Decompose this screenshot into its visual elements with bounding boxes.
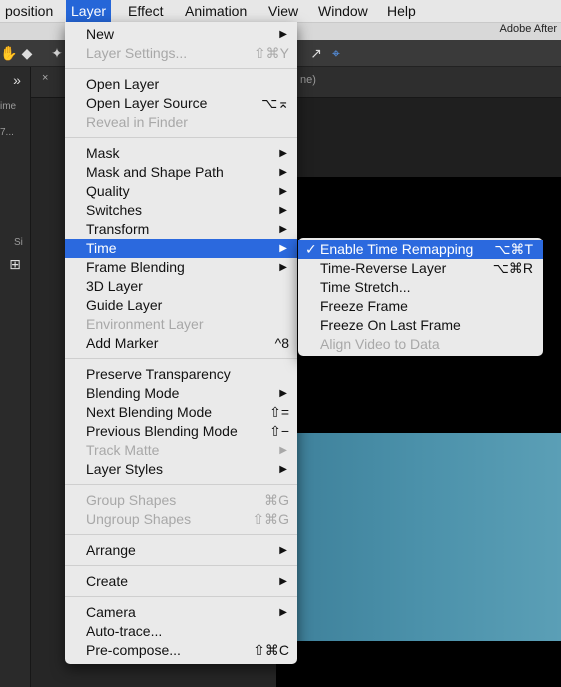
submenu-arrow-icon: ▶ [279, 576, 287, 587]
menu-bar: position Layer Effect Animation View Win… [0, 0, 561, 23]
submenu-arrow-icon: ▶ [279, 607, 287, 618]
submenu-arrow-icon: ▶ [279, 167, 287, 178]
menu-separator [65, 137, 297, 138]
submenu-arrow-icon: ▶ [279, 148, 287, 159]
layer-menu: New ▶ Layer Settings... ⇧⌘Y Open Layer Ope… [65, 22, 297, 664]
menu-item-pre-compose[interactable]: Pre-compose... ⇧⌘C [65, 641, 297, 660]
submenu-arrow-icon: ▶ [279, 186, 287, 197]
tab-close-icon[interactable]: × [42, 72, 48, 84]
menu-item-open-layer[interactable]: Open Layer [65, 75, 297, 94]
menu-separator [65, 484, 297, 485]
menu-separator [65, 68, 297, 69]
menubar-item-layer[interactable]: Layer [66, 0, 112, 22]
menu-item-add-marker[interactable]: Add Marker ^8 [65, 334, 297, 353]
menu-item-mask[interactable]: Mask ▶ [65, 144, 297, 163]
submenu-arrow-icon: ▶ [279, 205, 287, 216]
eraser-tool-icon[interactable]: ◆ [18, 44, 36, 62]
menu-item-create[interactable]: Create ▶ [65, 572, 297, 591]
submenu-item-enable-time-remapping[interactable]: ✓ Enable Time Remapping ⌥⌘T [298, 240, 543, 259]
left-panel-text-3: Si [14, 237, 23, 248]
tool-hand-icon[interactable]: ✋ [0, 44, 18, 62]
submenu-arrow-icon: ▶ [279, 29, 287, 40]
menu-item-layer-settings: Layer Settings... ⇧⌘Y [86, 45, 289, 61]
menu-item-new[interactable]: New ▶ [65, 25, 297, 44]
menu-item-track-matte: Track Matte ▶ [86, 442, 287, 458]
menu-item-frame-blending[interactable]: Frame Blending ▶ [65, 258, 297, 277]
submenu-arrow-icon: ▶ [279, 388, 287, 399]
menu-item-auto-trace[interactable]: Auto-trace... [65, 622, 297, 641]
menu-item-guide-layer[interactable]: Guide Layer [65, 296, 297, 315]
menu-item-transform[interactable]: Transform ▶ [65, 220, 297, 239]
menubar-item-composition[interactable]: position [0, 0, 58, 22]
menubar-item-animation[interactable]: Animation [180, 0, 252, 22]
menu-item-reveal-in-finder: Reveal in Finder [86, 114, 188, 130]
menubar-item-effect[interactable]: Effect [123, 0, 169, 22]
menu-separator [65, 596, 297, 597]
submenu-arrow-icon: ▶ [279, 545, 287, 556]
menubar-item-view[interactable]: View [263, 0, 303, 22]
submenu-item-freeze-frame[interactable]: Freeze Frame [298, 297, 543, 316]
snap-arrow-icon[interactable]: ↗ [307, 44, 325, 62]
submenu-item-time-stretch[interactable]: Time Stretch... [298, 278, 543, 297]
submenu-item-time-reverse-layer[interactable]: Time-Reverse Layer ⌥⌘R [298, 259, 543, 278]
time-submenu: ✓ Enable Time Remapping ⌥⌘T Time-Reverse L… [298, 238, 543, 356]
composition-tab-label[interactable]: ne) [300, 74, 316, 86]
viewer-solid-layer[interactable] [276, 433, 561, 641]
menu-item-layer-styles[interactable]: Layer Styles ▶ [65, 460, 297, 479]
menu-item-quality[interactable]: Quality ▶ [65, 182, 297, 201]
menu-item-arrange[interactable]: Arrange ▶ [65, 541, 297, 560]
menu-item-ungroup-shapes: Ungroup Shapes ⇧⌘G [86, 511, 289, 527]
snap-target-icon[interactable]: ⌖ [327, 44, 345, 62]
menu-item-group-shapes: Group Shapes ⌘G [86, 492, 289, 508]
submenu-arrow-icon: ▶ [279, 224, 287, 235]
menu-item-environment-layer: Environment Layer [86, 316, 204, 332]
submenu-arrow-icon: ▶ [279, 445, 287, 456]
menu-item-blending-mode[interactable]: Blending Mode ▶ [65, 384, 297, 403]
submenu-arrow-icon: ▶ [279, 243, 287, 254]
checkmark-icon: ✓ [305, 241, 317, 257]
menu-separator [65, 358, 297, 359]
menu-item-camera[interactable]: Camera ▶ [65, 603, 297, 622]
app-title: Adobe After [499, 23, 558, 35]
left-panel-text-2: 7... [0, 127, 14, 138]
submenu-item-align-video-to-data: Align Video to Data [320, 336, 440, 352]
menu-item-open-layer-source[interactable]: Open Layer Source ⌥⌅ [65, 94, 297, 113]
left-panel-text-1: ime [0, 101, 17, 112]
submenu-arrow-icon: ▶ [279, 262, 287, 273]
submenu-arrow-icon: ▶ [279, 464, 287, 475]
menu-item-mask-and-shape-path[interactable]: Mask and Shape Path ▶ [65, 163, 297, 182]
menubar-item-help[interactable]: Help [382, 0, 421, 22]
menu-item-preserve-transparency[interactable]: Preserve Transparency [65, 365, 297, 384]
menu-item-previous-blending-mode[interactable]: Previous Blending Mode ⇧− [65, 422, 297, 441]
puppet-tool-icon[interactable]: ✦ [48, 44, 66, 62]
menu-item-time[interactable]: Time ▶ [65, 239, 297, 258]
network-icon[interactable]: ⊞ [6, 255, 24, 273]
menu-item-3d-layer[interactable]: 3D Layer [65, 277, 297, 296]
expand-panels-icon[interactable]: » [8, 71, 26, 89]
menu-separator [65, 565, 297, 566]
menu-separator [65, 534, 297, 535]
menu-item-switches[interactable]: Switches ▶ [65, 201, 297, 220]
menubar-item-window[interactable]: Window [313, 0, 373, 22]
menu-item-next-blending-mode[interactable]: Next Blending Mode ⇧= [65, 403, 297, 422]
submenu-item-freeze-on-last-frame[interactable]: Freeze On Last Frame [298, 316, 543, 335]
left-panel: » ime 7... Si ⊞ [0, 67, 31, 687]
